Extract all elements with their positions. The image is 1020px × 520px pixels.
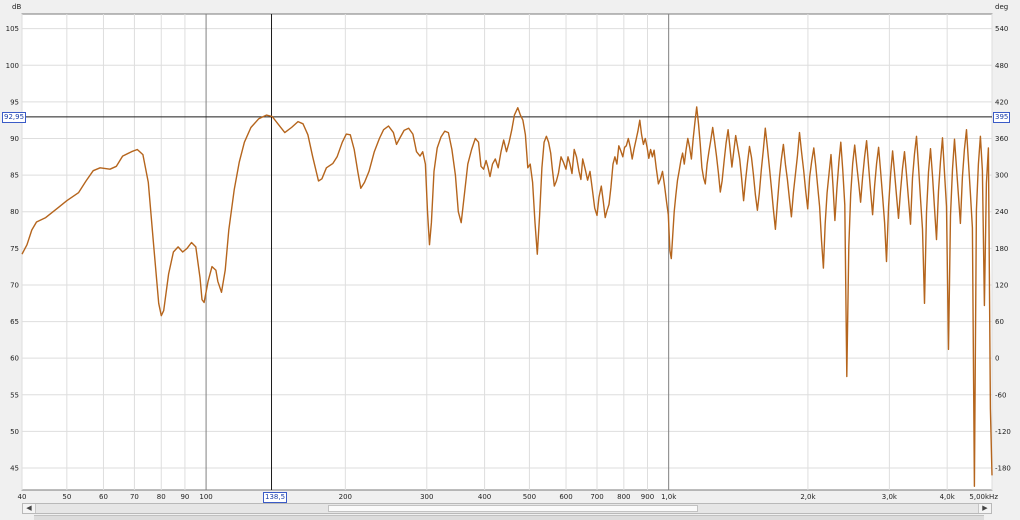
y-tick-label: 85 xyxy=(10,172,19,180)
x-tick-label: 800 xyxy=(617,493,630,501)
y-tick-label: 90 xyxy=(10,135,19,143)
y-right-tick-label: 60 xyxy=(995,318,1004,326)
cursor-y-readout: 92,95 xyxy=(2,112,27,123)
x-tick-label: 900 xyxy=(641,493,654,501)
y-axis-title-left: dB xyxy=(12,3,22,11)
bottom-panel-edge xyxy=(34,515,984,520)
cursor-right-readout: 395 xyxy=(993,112,1011,123)
x-axis: 40 50 60 70 80 90 100 200 300 400 500 600 700 800 900 1… xyxy=(18,493,999,501)
y-right-tick-label: 180 xyxy=(995,245,1008,253)
x-tick-label: 5,00kHz xyxy=(969,493,998,501)
y-tick-label: 105 xyxy=(6,25,19,33)
y-tick-label: 80 xyxy=(10,208,19,216)
scroll-thumb[interactable] xyxy=(328,505,698,512)
y-right-tick-label: 540 xyxy=(995,25,1008,33)
y-tick-label: 55 xyxy=(10,391,19,399)
x-tick-label: 50 xyxy=(62,493,71,501)
x-tick-label: 90 xyxy=(180,493,189,501)
y-right-tick-label: -120 xyxy=(995,428,1011,436)
y-tick-label: 70 xyxy=(10,281,19,289)
y-right-tick-label: -180 xyxy=(995,465,1011,473)
x-tick-label: 100 xyxy=(199,493,212,501)
y-right-tick-label: 300 xyxy=(995,172,1008,180)
plot-background xyxy=(21,13,993,491)
cursor-x-readout: 138,5 xyxy=(263,492,288,503)
x-tick-label: 3,0k xyxy=(882,493,898,501)
y-tick-label: 50 xyxy=(10,428,19,436)
x-tick-label: 600 xyxy=(559,493,572,501)
x-tick-label: 400 xyxy=(478,493,491,501)
x-tick-label: 60 xyxy=(99,493,108,501)
y-axis-left: 105 100 95 90 85 80 75 70 65 60 55 50 45 xyxy=(6,25,19,472)
scroll-right-arrow-icon[interactable]: ▶ xyxy=(978,504,991,513)
frequency-response-chart: 105 100 95 90 85 80 75 70 65 60 55 50 45 540 480 420 36… xyxy=(6,13,1011,501)
x-tick-label: 4,0k xyxy=(940,493,956,501)
y-tick-label: 60 xyxy=(10,355,19,363)
y-right-tick-label: 240 xyxy=(995,208,1008,216)
x-tick-label: 500 xyxy=(523,493,536,501)
x-tick-label: 700 xyxy=(590,493,603,501)
x-tick-label: 1,0k xyxy=(661,493,677,501)
y-right-tick-label: -60 xyxy=(995,391,1006,399)
scroll-left-arrow-icon[interactable]: ◀ xyxy=(23,504,36,513)
x-tick-label: 40 xyxy=(18,493,27,501)
x-tick-label: 300 xyxy=(420,493,433,501)
y-right-tick-label: 420 xyxy=(995,98,1008,106)
y-right-tick-label: 0 xyxy=(995,355,999,363)
x-tick-label: 70 xyxy=(130,493,139,501)
x-tick-label: 200 xyxy=(339,493,352,501)
y-tick-label: 45 xyxy=(10,465,19,473)
y-tick-label: 65 xyxy=(10,318,19,326)
y-right-tick-label: 360 xyxy=(995,135,1008,143)
y-tick-label: 100 xyxy=(6,62,19,70)
y-tick-label: 95 xyxy=(10,98,19,106)
y-right-tick-label: 120 xyxy=(995,281,1008,289)
x-tick-label: 80 xyxy=(157,493,166,501)
x-tick-label: 2,0k xyxy=(800,493,816,501)
y-axis-right: 540 480 420 360 300 240 180 120 60 0 -60 -120 -180 xyxy=(995,25,1011,472)
horizontal-scrollbar[interactable]: ◀ ▶ xyxy=(22,503,992,514)
y-axis-title-right: deg xyxy=(995,3,1009,11)
y-right-tick-label: 480 xyxy=(995,62,1008,70)
y-tick-label: 75 xyxy=(10,245,19,253)
